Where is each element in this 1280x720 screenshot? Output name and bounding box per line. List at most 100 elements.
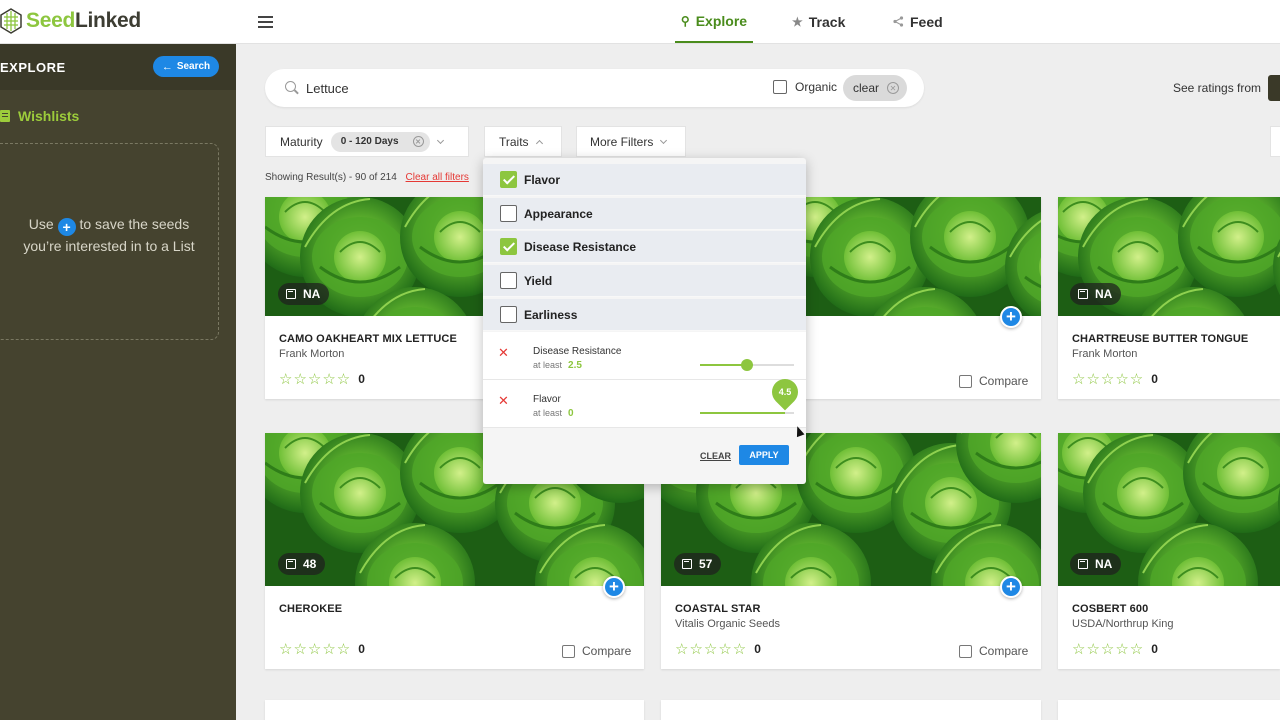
seed-card[interactable]: NA COSBERT 600 USDA/Northrup King ☆☆☆☆☆ 0 xyxy=(1058,433,1280,669)
compare-checkbox[interactable] xyxy=(959,374,972,388)
tab-track[interactable]: ★ Track xyxy=(792,0,845,43)
tab-explore-label: Explore xyxy=(695,12,748,29)
slider-fill xyxy=(700,364,747,366)
arrow-left-icon: ← xyxy=(161,60,173,73)
seedlinked-logo[interactable]: SeedLinked xyxy=(0,8,141,34)
logo-text: SeedLinked xyxy=(26,9,141,32)
chevron-up-icon xyxy=(535,139,543,147)
search-input[interactable]: Lettuce xyxy=(306,81,349,96)
trait-option-appearance[interactable]: Appearance xyxy=(483,198,806,230)
ratings-source-select[interactable] xyxy=(1268,75,1280,101)
clear-search-chip[interactable]: clear ✕ xyxy=(843,75,907,101)
tab-feed[interactable]: Feed xyxy=(893,0,943,43)
days-badge: NA xyxy=(1070,553,1122,575)
back-to-search-button[interactable]: ← Search xyxy=(153,56,219,77)
star-outline-icons: ☆☆☆☆☆ xyxy=(1072,371,1145,388)
seed-name[interactable]: CHARTREUSE BUTTER TONGUE xyxy=(1072,333,1248,345)
slider-value-bubble[interactable]: 4.5 xyxy=(766,373,803,411)
close-icon[interactable]: ✕ xyxy=(887,82,900,94)
search-bar[interactable]: Lettuce Organic clear ✕ xyxy=(265,69,924,107)
seed-card[interactable]: NA CHARTREUSE BUTTER TONGUE Frank Morton… xyxy=(1058,197,1280,399)
trait-option-earliness[interactable]: Earliness xyxy=(483,299,806,331)
appearance-checkbox[interactable] xyxy=(500,205,517,222)
trait-slider-row: ✕ Disease Resistance at least 2.5 xyxy=(483,332,806,380)
seed-name[interactable]: CAMO OAKHEART MIX LETTUCE xyxy=(279,333,457,345)
more-filters[interactable]: More Filters xyxy=(576,126,686,157)
seed-name[interactable]: COSBERT 600 xyxy=(1072,603,1148,615)
seed-name[interactable]: CHEROKEE xyxy=(279,603,342,615)
seed-name[interactable]: COASTAL STAR xyxy=(675,603,761,615)
yield-checkbox[interactable] xyxy=(500,272,517,289)
clear-traits-button[interactable]: CLEAR xyxy=(700,451,731,461)
compare-toggle[interactable]: Compare xyxy=(562,644,631,658)
add-to-wishlist-button[interactable]: + xyxy=(1000,306,1022,328)
days-badge: NA xyxy=(278,283,330,305)
seed-image[interactable] xyxy=(805,197,1041,316)
seed-grower[interactable]: USDA/Northrup King xyxy=(1072,618,1174,630)
close-icon[interactable]: ✕ xyxy=(412,136,424,147)
trait-min-value: at least 2.5 xyxy=(533,360,582,371)
star-rating: ☆☆☆☆☆ 0 xyxy=(279,370,365,388)
trait-label: Disease Resistance xyxy=(524,239,637,254)
traits-filter[interactable]: Traits xyxy=(484,126,562,157)
add-to-wishlist-button[interactable]: + xyxy=(1000,576,1022,598)
seed-card[interactable] xyxy=(661,700,1041,720)
remove-trait-icon[interactable]: ✕ xyxy=(498,393,509,409)
trait-label: Earliness xyxy=(524,307,578,322)
clear-all-filters-link[interactable]: Clear all filters xyxy=(406,172,469,183)
star-outline-icons: ☆☆☆☆☆ xyxy=(279,641,352,658)
results-summary: Showing Result(s) - 90 of 214 Clear all … xyxy=(265,172,469,183)
trait-option-yield[interactable]: Yield xyxy=(483,265,806,297)
compare-toggle[interactable]: Compare xyxy=(959,644,1028,658)
share-icon xyxy=(893,16,904,27)
star-rating: ☆☆☆☆☆ 0 xyxy=(279,640,365,658)
seed-card[interactable] xyxy=(265,700,644,720)
organic-checkbox[interactable] xyxy=(773,80,787,94)
apply-traits-button[interactable]: APPLY xyxy=(739,445,789,465)
disease-resistance-slider[interactable] xyxy=(700,359,794,371)
disease-resistance-checkbox[interactable] xyxy=(500,238,517,255)
slider-handle[interactable] xyxy=(741,359,753,371)
earliness-checkbox[interactable] xyxy=(500,306,517,323)
compare-toggle[interactable]: Compare xyxy=(959,374,1028,388)
trait-label: Yield xyxy=(524,273,553,288)
add-to-wishlist-button[interactable]: + xyxy=(603,576,625,598)
trait-label: Appearance xyxy=(524,206,593,221)
calendar-icon xyxy=(1078,289,1088,299)
add-icon: + xyxy=(57,218,76,236)
seed-grower[interactable]: Frank Morton xyxy=(279,348,344,360)
star-rating: ☆☆☆☆☆ 0 xyxy=(675,640,761,658)
search-icon: ⚲ xyxy=(680,13,690,28)
flavor-slider[interactable]: 4.5 xyxy=(700,373,803,414)
seed-grower[interactable]: Vitalis Organic Seeds xyxy=(675,618,780,630)
maturity-chip[interactable]: 0 - 120 Days ✕ xyxy=(330,131,430,152)
wishlists-link[interactable]: Wishlists xyxy=(0,108,79,124)
sidebar-header: EXPLORE ← Search xyxy=(0,44,236,90)
clear-chip-label: clear xyxy=(853,81,880,95)
hamburger-menu-icon[interactable] xyxy=(258,16,273,28)
trait-slider-name: Disease Resistance xyxy=(533,346,622,357)
compare-checkbox[interactable] xyxy=(562,644,575,658)
traits-label: Traits xyxy=(499,134,529,149)
sort-select[interactable] xyxy=(1270,126,1280,157)
organic-filter[interactable]: Organic xyxy=(773,80,837,94)
seed-grower[interactable]: Frank Morton xyxy=(1072,348,1137,360)
flavor-checkbox[interactable] xyxy=(500,171,517,188)
trait-option-disease-resistance[interactable]: Disease Resistance xyxy=(483,231,806,263)
tab-track-label: Track xyxy=(808,13,846,30)
calendar-icon xyxy=(1078,559,1088,569)
days-badge: NA xyxy=(1070,283,1122,305)
trait-label: Flavor xyxy=(524,172,561,187)
chevron-down-icon xyxy=(436,136,444,144)
maturity-filter[interactable]: Maturity 0 - 120 Days ✕ xyxy=(265,126,469,157)
compare-checkbox[interactable] xyxy=(959,644,972,658)
seed-card[interactable]: + Compare xyxy=(805,197,1041,399)
seed-card[interactable] xyxy=(1058,700,1280,720)
seed-card[interactable]: NA CAMO OAKHEART MIX LETTUCE Frank Morto… xyxy=(265,197,485,399)
trait-min-value: at least 0 xyxy=(533,408,574,419)
tab-explore[interactable]: ⚲ Explore xyxy=(675,0,753,43)
trait-option-flavor[interactable]: Flavor xyxy=(483,164,806,196)
remove-trait-icon[interactable]: ✕ xyxy=(498,345,509,361)
sidebar-title: EXPLORE xyxy=(0,60,66,75)
rating-count: 0 xyxy=(358,642,365,656)
